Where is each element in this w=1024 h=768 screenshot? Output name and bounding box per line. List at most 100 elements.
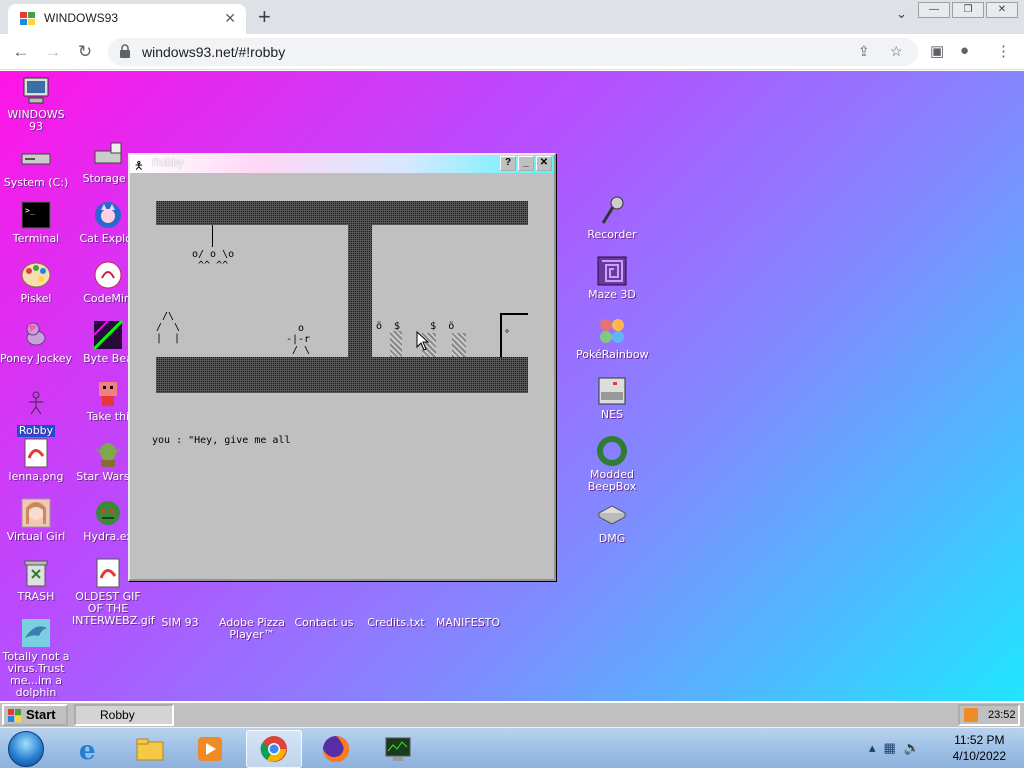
npc-body <box>390 331 402 357</box>
tent-art: /\ / \ | | <box>156 311 181 344</box>
desktop-icon-sim93[interactable]: SIM 93 <box>144 583 216 629</box>
minimize-window-button[interactable]: — <box>918 2 950 18</box>
palette-icon <box>20 259 52 291</box>
gif-file-icon <box>92 557 124 589</box>
computer-icon <box>20 75 52 107</box>
lock-icon <box>120 44 130 58</box>
windows93-favicon-icon <box>20 12 35 25</box>
volume-icon[interactable]: 🔈 <box>904 740 920 756</box>
window-controls: — ❐ ✕ <box>918 2 1018 18</box>
icon-label: OLDEST GIF OF THE INTERWEBZ.gif <box>72 590 155 627</box>
task-manager-icon[interactable] <box>370 730 426 768</box>
icon-label: Contact us <box>294 616 354 629</box>
beepbox-icon <box>596 435 628 467</box>
star-wars-icon <box>92 437 124 469</box>
desktop-icon-poney-jockey[interactable]: Poney Jockey <box>0 319 72 365</box>
desktop-icon-system-c[interactable]: System (C:) <box>0 143 72 189</box>
robby-window[interactable]: 🯅 Robby ? _ ✕ o/ o \o ^^ ^^ /\ / \ | | o… <box>128 153 556 581</box>
bytebeat-icon <box>92 319 124 351</box>
icon-label: Piskel <box>20 292 52 305</box>
icon-label: Recorder <box>587 228 637 241</box>
desktop-icon-dmg[interactable]: DMG <box>576 499 648 545</box>
desktop-icon-pokerainbow[interactable]: PokéRainbow <box>576 315 649 361</box>
desktop-icon-maze3d[interactable]: Maze 3D <box>576 255 648 301</box>
address-bar[interactable]: windows93.net/#!robby ⇪ ☆ <box>108 38 918 66</box>
take-this-icon <box>92 377 124 409</box>
network-icon[interactable]: ▦ <box>884 740 896 756</box>
dialog-text: you : "Hey, give me all <box>152 435 291 446</box>
reload-icon[interactable]: ↻ <box>74 41 96 63</box>
minimize-button[interactable]: _ <box>518 156 534 171</box>
new-tab-button[interactable]: + <box>258 4 271 30</box>
icon-label: Credits.txt <box>367 616 425 629</box>
desktop-icon-contact-us[interactable]: Contact us <box>288 583 360 629</box>
desktop-icon-trash[interactable]: TRASH <box>0 557 72 603</box>
maze-icon <box>596 255 628 287</box>
tab-close-icon[interactable]: ✕ <box>224 10 236 27</box>
icon-label: WINDOWS 93 <box>7 108 65 133</box>
desktop-icon-modded-beepbox[interactable]: Modded BeepBox <box>576 435 648 493</box>
desktop-icon-virtual-girl[interactable]: Virtual Girl <box>0 497 72 543</box>
media-player-icon[interactable] <box>182 730 238 768</box>
npc-body <box>452 333 466 357</box>
desktop-icon-dolphin[interactable]: Totally not a virus.Trust me...im a dolp… <box>0 617 72 699</box>
windows7-taskbar: e ▴ ▦ 🔈 11:52 PM 4/10/2022 <box>0 727 1024 768</box>
firefox-icon[interactable] <box>308 730 364 768</box>
desktop-icon-piskel[interactable]: Piskel <box>0 259 72 305</box>
robby-icon <box>20 387 52 419</box>
system-clock[interactable]: 11:52 PM 4/10/2022 <box>953 732 1006 764</box>
hanging-rope <box>212 225 213 247</box>
manifesto-icon <box>452 583 484 615</box>
desktop-icon-manifesto[interactable]: MANIFESTO <box>432 583 504 629</box>
help-button[interactable]: ? <box>500 156 516 171</box>
floor-platform <box>156 357 528 393</box>
dolphin-icon <box>20 617 52 649</box>
window-titlebar[interactable]: 🯅 Robby ? _ ✕ <box>130 155 554 173</box>
icon-label: Adobe Pizza Player™ <box>218 616 286 641</box>
taskbar-robby-button[interactable]: Robby <box>74 704 174 726</box>
hanging-creatures: o/ o \o ^^ ^^ <box>192 249 235 271</box>
desktop-icon-lenna[interactable]: lenna.png <box>0 437 72 483</box>
tab-title: WINDOWS93 <box>44 11 119 25</box>
trash-icon <box>20 557 52 589</box>
desktop-icon-recorder[interactable]: Recorder <box>576 195 648 241</box>
browser-toolbar: ← → ↻ windows93.net/#!robby ⇪ ☆ ▣ ● ⋮ <box>0 34 1024 70</box>
icon-label: PokéRainbow <box>576 348 649 361</box>
image-file-icon <box>20 437 52 469</box>
dmg-icon <box>596 499 628 531</box>
file-explorer-icon[interactable] <box>122 730 178 768</box>
profile-avatar-icon[interactable]: ● <box>960 42 969 59</box>
robby-game-area[interactable]: o/ o \o ^^ ^^ /\ / \ | | o -|-r / \ ö $ … <box>130 173 554 579</box>
desktop-icon-nes[interactable]: NES <box>576 375 648 421</box>
svg-text:e: e <box>79 736 96 764</box>
sim93-icon <box>164 583 196 615</box>
side-panel-icon[interactable]: ▣ <box>930 42 944 60</box>
rss-icon[interactable] <box>964 708 978 722</box>
windows-start-orb[interactable] <box>8 731 44 767</box>
restore-window-button[interactable]: ❐ <box>952 2 984 18</box>
tab-search-chevron-icon[interactable]: ⌄ <box>896 6 907 22</box>
w93-clock: 23:52 <box>988 709 1016 721</box>
virtual-girl-icon <box>20 497 52 529</box>
close-window-button[interactable]: ✕ <box>986 2 1018 18</box>
close-button[interactable]: ✕ <box>536 156 552 171</box>
start-button[interactable]: Start <box>2 704 68 726</box>
desktop-icon-terminal[interactable]: >_ Terminal <box>0 199 72 245</box>
back-arrow-icon[interactable]: ← <box>10 41 32 63</box>
text-file-icon <box>380 583 412 615</box>
show-hidden-icons-icon[interactable]: ▴ <box>869 740 876 756</box>
bookmark-star-icon[interactable]: ☆ <box>890 43 903 60</box>
forward-arrow-icon[interactable]: → <box>42 41 64 63</box>
desktop-icon-windows93[interactable]: WINDOWS 93 <box>0 75 72 133</box>
window-title: Robby <box>152 157 184 169</box>
desktop-icon-robby[interactable]: Robby <box>0 387 72 439</box>
browser-tab[interactable]: WINDOWS93 ✕ <box>8 4 246 34</box>
url-text: windows93.net/#!robby <box>142 44 286 60</box>
chrome-icon[interactable] <box>246 730 302 768</box>
internet-explorer-icon[interactable]: e <box>62 730 118 768</box>
system-tray: ▴ ▦ 🔈 <box>869 740 920 756</box>
desktop-icon-credits[interactable]: Credits.txt <box>360 583 432 629</box>
menu-kebab-icon[interactable]: ⋮ <box>996 42 1011 60</box>
share-icon[interactable]: ⇪ <box>858 43 870 60</box>
desktop-icon-adobe-pizza[interactable]: Adobe Pizza Player™ <box>216 583 288 641</box>
